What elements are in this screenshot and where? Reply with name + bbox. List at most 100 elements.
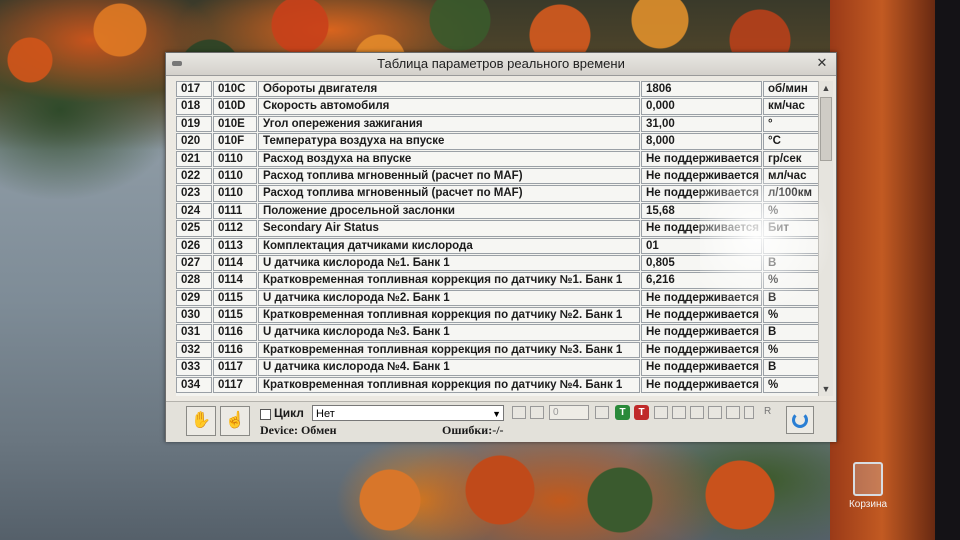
row-number: 027 (176, 254, 212, 272)
row-value: Не поддерживается (641, 324, 762, 341)
row-number: 028 (176, 272, 212, 289)
row-pid: 010C (213, 81, 257, 98)
row-unit: гр/сек (763, 150, 819, 167)
row-name: Кратковременная топливная коррекция по д… (258, 341, 640, 359)
row-pid: 0114 (213, 254, 257, 272)
row-value: 8,000 (641, 133, 762, 150)
row-value: Не поддерживается (641, 341, 762, 359)
toolbar-small-button[interactable] (512, 406, 526, 419)
row-name: U датчика кислорода №2. Банк 1 (258, 289, 640, 307)
table-row[interactable]: 018 010D Скорость автомобиля 0,000 км/час (176, 98, 820, 115)
table-row[interactable]: 024 0111 Положение дросельной заслонки 15,6… (176, 202, 820, 220)
row-pid: 0117 (213, 359, 257, 376)
row-value: Не поддерживается (641, 150, 762, 167)
row-name: Кратковременная топливная коррекция по д… (258, 272, 640, 289)
row-unit: Бит (763, 220, 819, 237)
row-number: 022 (176, 167, 212, 185)
screen-edge (935, 0, 960, 540)
row-number: 034 (176, 376, 212, 394)
t-green-button[interactable]: T (615, 405, 630, 420)
table-row[interactable]: 023 0110 Расход топлива мгновенный (расчет… (176, 185, 820, 202)
pointer-icon[interactable]: ☝ (220, 406, 250, 436)
row-value: Не поддерживается (641, 307, 762, 324)
row-number: 031 (176, 324, 212, 341)
row-pid: 0114 (213, 272, 257, 289)
row-number: 018 (176, 98, 212, 115)
row-name: Угол опережения зажигания (258, 115, 640, 133)
table-row[interactable]: 032 0116 Кратковременная топливная коррекц… (176, 341, 820, 359)
row-value: 0,000 (641, 98, 762, 115)
table-row[interactable]: 028 0114 Кратковременная топливная коррекц… (176, 272, 820, 289)
cycle-combo[interactable]: Нет ▼ (312, 405, 504, 421)
row-value: 15,68 (641, 202, 762, 220)
row-pid: 0115 (213, 289, 257, 307)
row-value: 01 (641, 237, 762, 254)
table-row[interactable]: 025 0112 Secondary Air Status Не поддержива… (176, 220, 820, 237)
trash-icon (853, 462, 883, 496)
table-row[interactable]: 030 0115 Кратковременная топливная коррекц… (176, 307, 820, 324)
row-name: U датчика кислорода №4. Банк 1 (258, 359, 640, 376)
close-icon[interactable]: ✕ (814, 55, 830, 71)
row-pid: 010E (213, 115, 257, 133)
row-value: 0,805 (641, 254, 762, 272)
row-number: 029 (176, 289, 212, 307)
toolbar-small-button[interactable] (654, 406, 668, 419)
row-pid: 0116 (213, 324, 257, 341)
toolbar-small-button[interactable] (690, 406, 704, 419)
row-unit: % (763, 341, 819, 359)
row-unit: % (763, 272, 819, 289)
row-name: Кратковременная топливная коррекция по д… (258, 307, 640, 324)
row-name: Расход топлива мгновенный (расчет по MAF… (258, 185, 640, 202)
row-value: 31,00 (641, 115, 762, 133)
r-label: R (764, 406, 772, 417)
row-name: Кратковременная топливная коррекция по д… (258, 376, 640, 394)
trash-desktop-icon[interactable]: Корзина (848, 462, 888, 518)
table-row[interactable]: 031 0116 U датчика кислорода №3. Банк 1 Не … (176, 324, 820, 341)
row-pid: 0117 (213, 376, 257, 394)
row-unit: В (763, 254, 819, 272)
table-row[interactable]: 033 0117 U датчика кислорода №4. Банк 1 Не … (176, 359, 820, 376)
table-row[interactable]: 021 0110 Расход воздуха на впуске Не поддер… (176, 150, 820, 168)
table-row[interactable]: 029 0115 U датчика кислорода №2. Банк 1 Не … (176, 289, 820, 307)
table-row[interactable]: 027 0114 U датчика кислорода №1. Банк 1 0,8… (176, 254, 820, 272)
table-row[interactable]: 034 0117 Кратковременная топливная коррекц… (176, 376, 820, 394)
row-name: Положение дросельной заслонки (258, 202, 640, 220)
row-pid: 0110 (213, 150, 257, 167)
table-row[interactable]: 026 0113 Комплектация датчиками кислорода 0… (176, 237, 820, 255)
row-unit: км/час (763, 98, 819, 115)
titlebar[interactable]: Таблица параметров реального времени ✕ (166, 53, 836, 76)
row-number: 030 (176, 307, 212, 324)
chevron-down-icon[interactable]: ▼ (492, 406, 501, 422)
row-unit: ° (763, 115, 819, 133)
scroll-up-icon[interactable]: ▲ (819, 81, 833, 95)
counter-field[interactable]: 0 (549, 405, 589, 420)
row-unit: °C (763, 133, 819, 150)
row-name: Secondary Air Status (258, 220, 640, 237)
t-red-button[interactable]: T (634, 405, 649, 420)
row-unit (763, 237, 819, 254)
row-pid: 0110 (213, 185, 257, 202)
row-name: Расход топлива мгновенный (расчет по MAF… (258, 167, 640, 185)
row-number: 026 (176, 237, 212, 254)
toolbar-small-button[interactable] (530, 406, 544, 419)
row-value: Не поддерживается (641, 185, 762, 202)
refresh-button[interactable] (786, 406, 814, 434)
scroll-thumb[interactable] (820, 97, 832, 161)
row-number: 017 (176, 81, 212, 98)
row-unit: % (763, 307, 819, 324)
hand-icon[interactable]: ✋ (186, 406, 216, 436)
toolbar-small-button[interactable] (708, 406, 722, 419)
window-title: Таблица параметров реального времени (377, 56, 625, 71)
cycle-checkbox[interactable] (260, 409, 271, 420)
r-checkbox[interactable] (744, 406, 754, 419)
table-row[interactable]: 017 010C Обороты двигателя 1806 об/мин (176, 81, 820, 98)
table-row[interactable]: 019 010E Угол опережения зажигания 31,00 ° (176, 115, 820, 133)
table-row[interactable]: 020 010F Температура воздуха на впуске 8,00… (176, 133, 820, 150)
toolbar-small-button[interactable] (726, 406, 740, 419)
toolbar-small-button[interactable] (595, 406, 609, 419)
table-scrollbar[interactable]: ▲ ▼ (818, 81, 833, 396)
table-row[interactable]: 022 0110 Расход топлива мгновенный (расчет… (176, 167, 820, 185)
scroll-down-icon[interactable]: ▼ (819, 382, 833, 396)
row-name: U датчика кислорода №1. Банк 1 (258, 254, 640, 272)
toolbar-small-button[interactable] (672, 406, 686, 419)
